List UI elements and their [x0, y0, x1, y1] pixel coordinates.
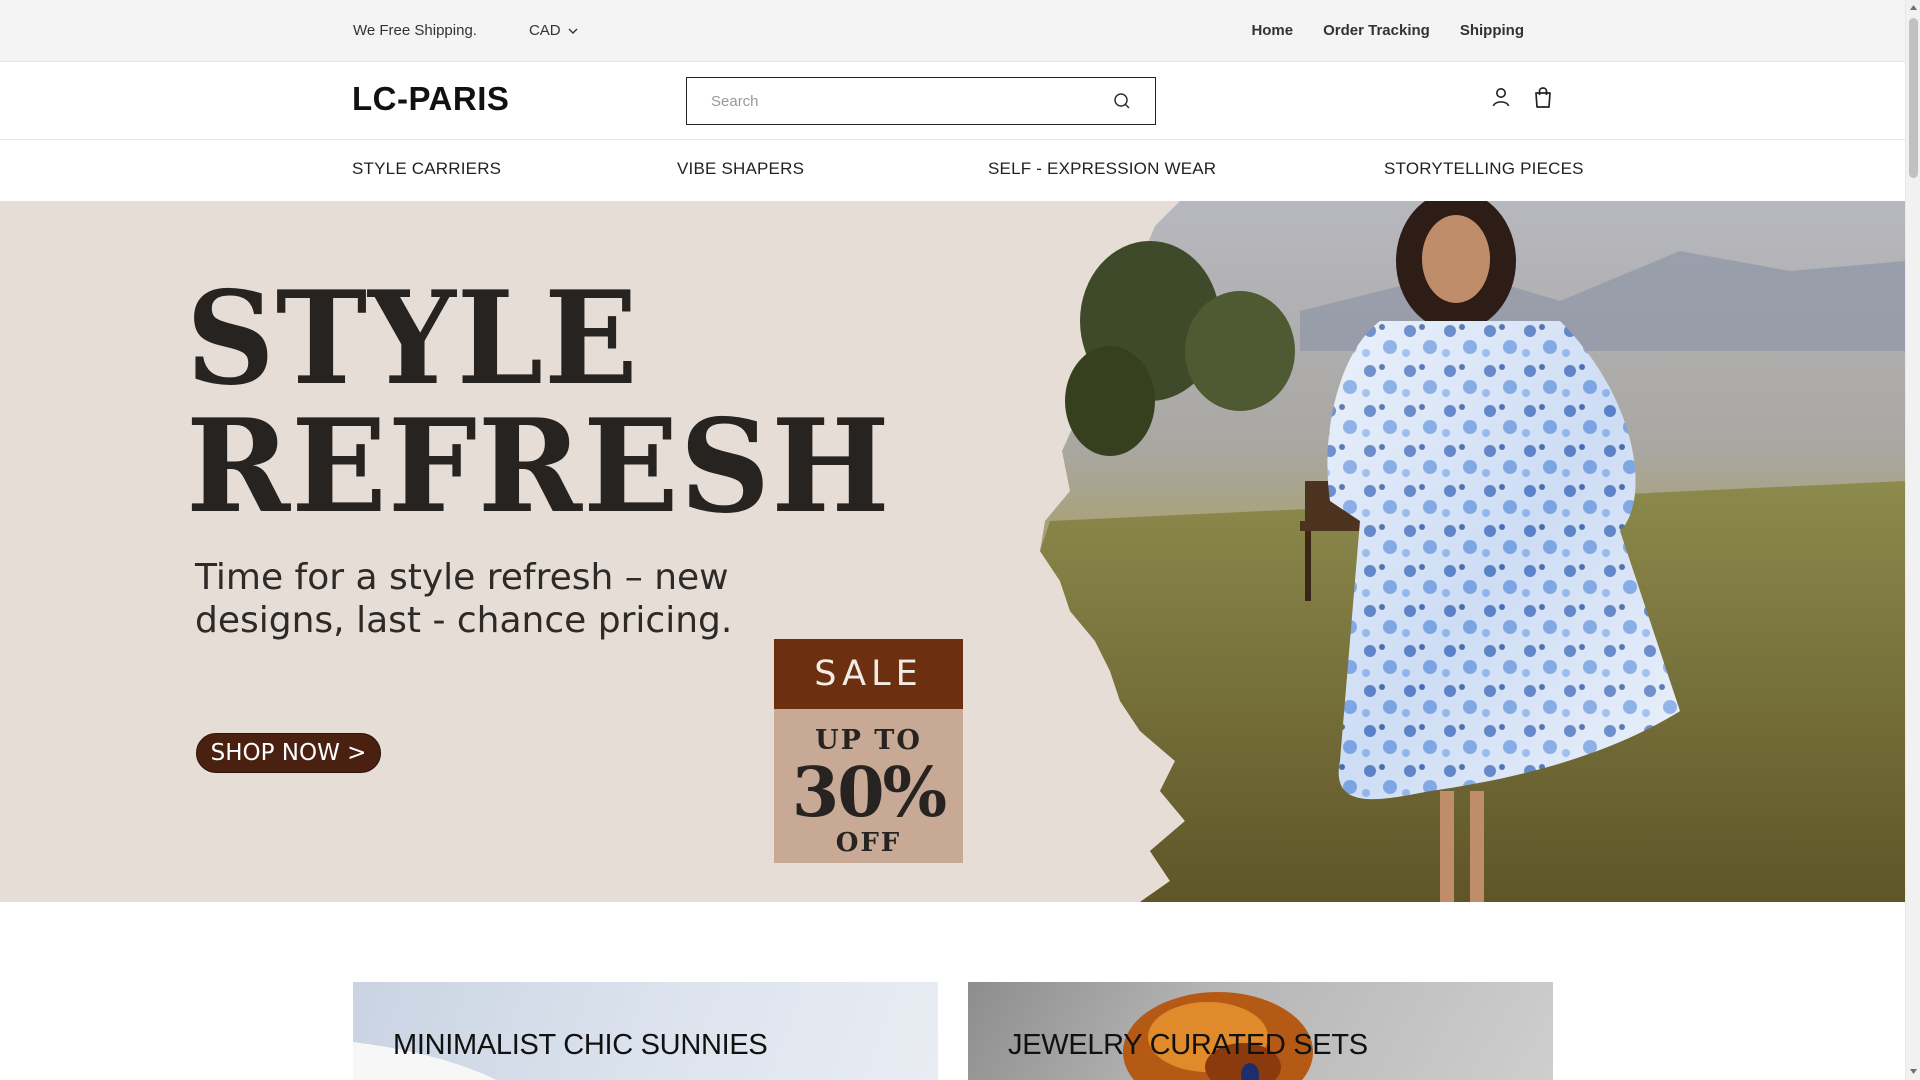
hero-banner[interactable]: STYLE REFRESH Time for a style refresh –…	[0, 201, 1905, 902]
currency-selector[interactable]: CAD	[529, 22, 579, 39]
hero-title-line1: STYLE	[186, 264, 639, 414]
announcement-bar: We Free Shipping. CAD Home Order Trackin…	[0, 0, 1905, 62]
category-card-label: JEWELRY CURATED SETS	[1008, 1029, 1368, 1061]
hero-subtitle: Time for a style refresh – new designs, …	[195, 557, 733, 642]
nav-item-style-carriers[interactable]: STYLE CARRIERS	[352, 159, 501, 179]
sale-off: OFF	[835, 828, 902, 858]
scroll-down-icon[interactable]	[1909, 1067, 1918, 1076]
top-link-home[interactable]: Home	[1251, 22, 1293, 39]
logo[interactable]: LC-PARIS	[352, 80, 509, 118]
sale-wave-divider	[774, 697, 963, 707]
sale-up-to: UP TO	[815, 725, 922, 756]
shipping-note: We Free Shipping.	[353, 22, 477, 39]
nav-item-vibe-shapers[interactable]: VIBE SHAPERS	[677, 159, 804, 179]
chevron-down-icon	[568, 28, 578, 34]
sale-percent: 30%	[791, 753, 947, 833]
hero-title-line2: REFRESH	[186, 391, 891, 542]
page: We Free Shipping. CAD Home Order Trackin…	[0, 0, 1905, 1080]
top-link-order-tracking[interactable]: Order Tracking	[1323, 22, 1430, 39]
user-icon[interactable]	[1490, 85, 1512, 109]
category-card-label: MINIMALIST CHIC SUNNIES	[393, 1029, 768, 1061]
page-scrollbar[interactable]	[1905, 0, 1920, 1080]
currency-label: CAD	[528, 22, 561, 39]
category-card-jewelry[interactable]: JEWELRY CURATED SETS	[968, 982, 1553, 1080]
announcement-left: We Free Shipping. CAD	[353, 22, 579, 39]
header-icons	[1490, 85, 1554, 109]
bag-icon[interactable]	[1532, 85, 1554, 109]
sale-badge-bottom: UP TO 30% OFF	[774, 703, 963, 863]
hero-title: STYLE REFRESH	[186, 264, 905, 542]
search-box	[686, 77, 1156, 125]
top-links: Home Order Tracking Shipping	[1251, 22, 1524, 39]
search-input[interactable]	[711, 92, 1113, 110]
scroll-up-icon[interactable]	[1909, 3, 1918, 12]
scrollbar-thumb[interactable]	[1909, 18, 1918, 178]
nav-item-storytelling-pieces[interactable]: STORYTELLING PIECES	[1384, 159, 1584, 179]
main-nav: STYLE CARRIERS VIBE SHAPERS SELF - EXPRE…	[0, 140, 1905, 201]
category-card-sunnies[interactable]: MINIMALIST CHIC SUNNIES	[353, 982, 938, 1080]
shop-now-button[interactable]: SHOP NOW >	[196, 733, 381, 773]
site-header: LC-PARIS	[0, 62, 1905, 140]
top-link-shipping[interactable]: Shipping	[1460, 22, 1524, 39]
search-icon[interactable]	[1113, 92, 1131, 110]
nav-item-self-expression-wear[interactable]: SELF - EXPRESSION WEAR	[988, 159, 1216, 179]
sale-badge: UP TO 30% OFF SALE	[774, 639, 963, 863]
